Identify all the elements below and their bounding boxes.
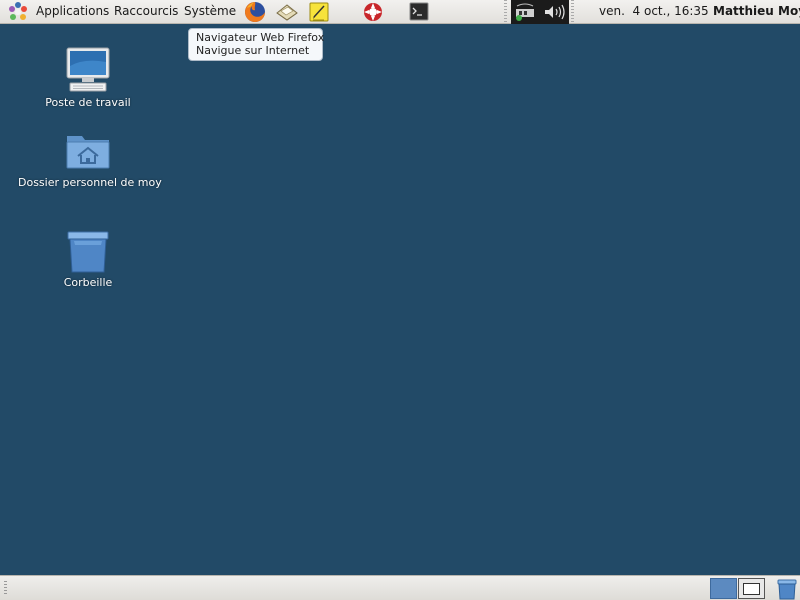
- user-menu[interactable]: Matthieu Moy: [713, 4, 800, 18]
- network-icon: [516, 3, 534, 21]
- desktop-icon-home-folder[interactable]: Dossier personnel de moy: [18, 128, 162, 192]
- volume-applet[interactable]: [539, 0, 569, 24]
- clock[interactable]: ven. 4 oct., 16:35: [599, 4, 709, 18]
- trash-icon: [67, 231, 109, 273]
- workspace-1[interactable]: [710, 578, 737, 599]
- system-menu[interactable]: Système: [184, 4, 236, 18]
- computer-icon: [66, 47, 110, 92]
- desktop-icon-computer[interactable]: Poste de travail: [38, 46, 138, 112]
- top-panel: Applications Raccourcis Système ven. 4 o…: [0, 0, 800, 24]
- applications-menu[interactable]: Applications: [36, 4, 109, 18]
- trash-icon[interactable]: [776, 578, 798, 600]
- desktop-icon-label: Corbeille: [63, 276, 113, 289]
- firefox-tooltip: Navigateur Web Firefox Navigue sur Inter…: [188, 28, 325, 61]
- firefox-icon[interactable]: [243, 0, 267, 24]
- tray-separator: [504, 0, 507, 24]
- places-menu[interactable]: Raccourcis: [114, 4, 178, 18]
- workspace-window-thumbnail: [743, 583, 760, 595]
- volume-icon: [545, 4, 565, 20]
- desktop-icon-label: Poste de travail: [45, 96, 131, 109]
- desktop-icon-trash[interactable]: Corbeille: [48, 230, 128, 292]
- bottom-panel: [0, 575, 800, 600]
- home-folder-icon: [66, 136, 110, 169]
- panel-grip[interactable]: [4, 581, 7, 595]
- mail-icon[interactable]: [275, 0, 299, 24]
- gnome-foot-icon[interactable]: [6, 1, 30, 23]
- tray-separator: [571, 0, 574, 24]
- tooltip-subtitle: Navigue sur Internet: [196, 44, 310, 57]
- help-icon[interactable]: [361, 0, 385, 24]
- tooltip-title: Navigateur Web Firefox: [196, 31, 325, 44]
- network-applet[interactable]: [511, 0, 539, 24]
- workspace-2[interactable]: [738, 578, 765, 599]
- notes-icon[interactable]: [307, 0, 331, 24]
- terminal-icon[interactable]: [407, 0, 431, 24]
- desktop-icon-label: Dossier personnel de moy: [18, 176, 162, 189]
